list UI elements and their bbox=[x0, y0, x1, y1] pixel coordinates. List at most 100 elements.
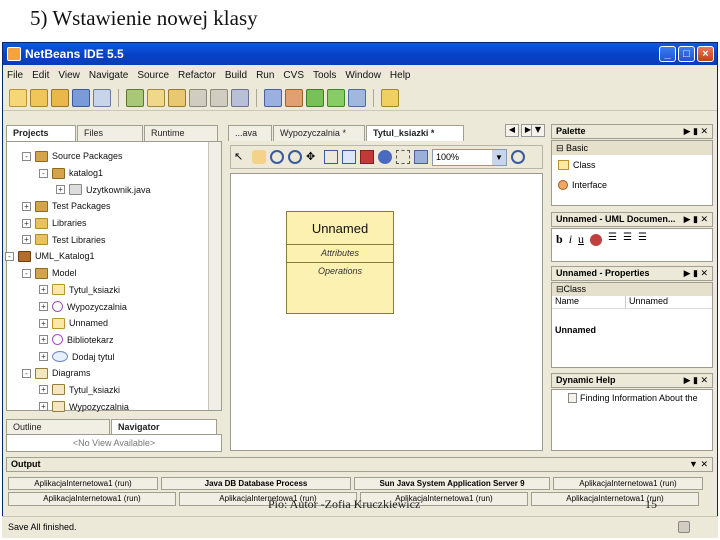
minimize-button[interactable]: _ bbox=[659, 46, 676, 62]
editor-tab-java[interactable]: ...ava bbox=[228, 125, 272, 141]
tree-node[interactable]: + Libraries bbox=[5, 215, 205, 232]
uml-doc-controls[interactable]: ▶ ▮ ✕ bbox=[684, 213, 708, 226]
palette-controls[interactable]: ▶ ▮ ✕ bbox=[684, 125, 708, 138]
tree-node[interactable]: + Wypozyczalnia bbox=[5, 298, 205, 315]
overview-icon[interactable] bbox=[360, 150, 374, 164]
tree-node[interactable]: + Wypozyczalnia bbox=[5, 398, 205, 415]
output-tab[interactable]: AplikacjaInternetowa1 (run) bbox=[8, 492, 176, 506]
collapse-icon[interactable]: - bbox=[22, 268, 31, 278]
print-icon[interactable] bbox=[93, 88, 111, 107]
property-row[interactable]: Name Unnamed bbox=[552, 296, 712, 309]
zoom-select[interactable]: 100% ▼ bbox=[432, 148, 507, 166]
help-controls[interactable]: ▶ ▮ ✕ bbox=[684, 374, 708, 387]
expand-icon[interactable]: + bbox=[22, 218, 31, 228]
class-name-compartment[interactable]: Unnamed bbox=[287, 212, 393, 245]
expand-icon[interactable]: + bbox=[56, 185, 65, 195]
output-tab[interactable]: AplikacjaInternetowa1 (run) bbox=[531, 492, 699, 506]
menu-refactor[interactable]: Refactor bbox=[178, 70, 216, 81]
menu-build[interactable]: Build bbox=[225, 70, 247, 81]
collapse-icon[interactable]: - bbox=[39, 168, 48, 178]
tree-node[interactable]: - Diagrams bbox=[5, 365, 205, 382]
uml-class-node[interactable]: Unnamed Attributes Operations bbox=[286, 211, 394, 314]
menu-run[interactable]: Run bbox=[256, 70, 274, 81]
expand-icon[interactable]: + bbox=[39, 402, 48, 412]
chevron-down-icon[interactable]: ▼ bbox=[492, 149, 506, 165]
menu-window[interactable]: Window bbox=[345, 70, 381, 81]
operations-compartment[interactable]: Operations bbox=[287, 263, 393, 279]
tree-node[interactable]: + Uzytkownik.java bbox=[5, 181, 205, 198]
expand-icon[interactable]: + bbox=[22, 235, 31, 245]
export-image-icon[interactable] bbox=[414, 150, 428, 164]
clean-build-icon[interactable] bbox=[285, 88, 303, 107]
help-item[interactable]: Finding Information About the bbox=[552, 390, 712, 403]
output-tab[interactable]: AplikacjaInternetowa1 (run) bbox=[553, 477, 703, 490]
profile-icon[interactable] bbox=[348, 88, 366, 107]
expand-icon[interactable]: + bbox=[39, 302, 48, 312]
undo-icon[interactable] bbox=[189, 88, 207, 107]
editor-tab-wypozyczalnia[interactable]: Wypozyczalnia * bbox=[273, 125, 365, 141]
copy-icon[interactable] bbox=[147, 88, 165, 107]
menu-edit[interactable]: Edit bbox=[32, 70, 49, 81]
zoom-magnifier-icon[interactable] bbox=[511, 150, 525, 164]
expand-icon[interactable]: + bbox=[39, 285, 48, 295]
palette-item-class[interactable]: Class bbox=[552, 155, 712, 175]
tree-node[interactable]: + Dodaj tytul bbox=[5, 348, 205, 365]
tab-list-icon[interactable]: ▼ bbox=[531, 124, 545, 137]
orthogonal-layout-icon[interactable] bbox=[396, 150, 410, 164]
debug-main-icon[interactable] bbox=[327, 88, 345, 107]
relayout-icon[interactable] bbox=[378, 150, 392, 164]
fit-to-window-icon[interactable] bbox=[324, 150, 338, 164]
align-center-icon[interactable]: ☰ bbox=[623, 232, 632, 247]
select-tool-icon[interactable]: ↖ bbox=[234, 150, 248, 164]
tab-outline[interactable]: Outline bbox=[6, 419, 110, 435]
output-controls[interactable]: ▼ ✕ bbox=[689, 458, 708, 471]
help-icon[interactable] bbox=[381, 88, 399, 107]
maximize-button[interactable]: □ bbox=[678, 46, 695, 62]
close-button[interactable]: × bbox=[697, 46, 714, 62]
memory-indicator-icon[interactable] bbox=[678, 521, 690, 533]
font-color-icon[interactable] bbox=[590, 234, 603, 246]
cut-icon[interactable] bbox=[126, 88, 144, 107]
tree-node[interactable]: - Model bbox=[5, 265, 205, 282]
zoom-in-icon[interactable] bbox=[342, 150, 356, 164]
properties-section[interactable]: ⊟Class bbox=[552, 283, 712, 296]
italic-button[interactable]: i bbox=[569, 232, 572, 247]
palette-header[interactable]: Palette ▶ ▮ ✕ bbox=[551, 124, 713, 139]
new-file-icon[interactable] bbox=[9, 88, 27, 107]
expand-icon[interactable]: + bbox=[39, 385, 48, 395]
tree-node[interactable]: + Unnamed bbox=[5, 315, 205, 332]
redo-icon[interactable] bbox=[210, 88, 228, 107]
align-right-icon[interactable]: ☰ bbox=[638, 232, 647, 247]
editor-tab-tytul[interactable]: Tytul_ksiazki * bbox=[366, 125, 464, 141]
output-tab[interactable]: AplikacjaInternetowa1 (run) bbox=[8, 477, 158, 490]
align-left-icon[interactable]: ☰ bbox=[608, 232, 617, 247]
tree-node[interactable]: + Tytul_ksiazki bbox=[5, 382, 205, 399]
window-titlebar[interactable]: NetBeans IDE 5.5 _ □ × bbox=[3, 43, 717, 65]
expand-icon[interactable]: + bbox=[39, 352, 48, 362]
underline-button[interactable]: u bbox=[578, 232, 584, 247]
collapse-icon[interactable]: - bbox=[22, 151, 31, 161]
tree-node[interactable]: + Tytul_ksiazki bbox=[5, 282, 205, 299]
navigate-link-icon[interactable]: ✥ bbox=[306, 150, 320, 164]
output-tab[interactable]: Sun Java System Application Server 9 bbox=[354, 477, 550, 490]
expand-icon[interactable]: + bbox=[39, 318, 48, 328]
tree-node[interactable]: + Test Libraries bbox=[5, 231, 205, 248]
menu-navigate[interactable]: Navigate bbox=[89, 70, 128, 81]
save-all-icon[interactable] bbox=[72, 88, 90, 107]
run-main-icon[interactable] bbox=[306, 88, 324, 107]
tree-node[interactable]: + Test Packages bbox=[5, 198, 205, 215]
open-project-icon[interactable] bbox=[51, 88, 69, 107]
palette-item-interface[interactable]: Interface bbox=[552, 175, 712, 195]
output-header[interactable]: Output ▼ ✕ bbox=[6, 457, 713, 472]
tab-navigator[interactable]: Navigator bbox=[111, 419, 217, 435]
zoom-interactive-icon[interactable] bbox=[270, 150, 284, 164]
menu-file[interactable]: File bbox=[7, 70, 23, 81]
menu-source[interactable]: Source bbox=[137, 70, 169, 81]
properties-header[interactable]: Unnamed - Properties ▶ ▮ ✕ bbox=[551, 266, 713, 281]
menu-cvs[interactable]: CVS bbox=[283, 70, 304, 81]
tab-projects[interactable]: Projects bbox=[6, 125, 76, 141]
zoom-marquee-icon[interactable] bbox=[288, 150, 302, 164]
uml-doc-header[interactable]: Unnamed - UML Documen... ▶ ▮ ✕ bbox=[551, 212, 713, 227]
attributes-compartment[interactable]: Attributes bbox=[287, 245, 393, 263]
tree-node[interactable]: + Bibliotekarz bbox=[5, 332, 205, 349]
